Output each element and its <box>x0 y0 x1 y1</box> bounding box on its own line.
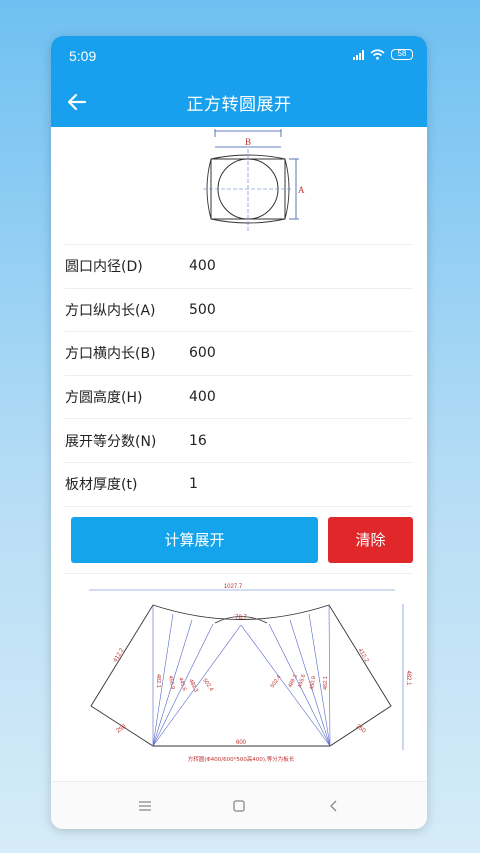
left-side-label: 412.2 <box>113 646 126 663</box>
home-square-icon <box>233 799 245 812</box>
height-input[interactable]: 400 <box>189 389 413 405</box>
action-buttons: 计算展开 清除 <box>71 516 413 563</box>
label-a: A <box>298 185 305 195</box>
status-icons: 58 <box>353 49 413 60</box>
field-thickness[interactable]: 板材厚度(t) 1 <box>65 463 413 507</box>
right-side-label: 412.2 <box>357 647 370 664</box>
line-label: 482.1 <box>323 676 329 690</box>
status-bar: 5:09 58 <box>51 36 427 77</box>
corner-right-label: 250 <box>355 723 367 734</box>
field-diameter[interactable]: 圆口内径(D) 400 <box>65 245 413 289</box>
input-form: 圆口内径(D) 400 方口纵内长(A) 500 方口横内长(B) 600 方圆… <box>51 245 427 507</box>
length-b-input[interactable]: 600 <box>189 345 413 361</box>
field-label: 板材厚度(t) <box>65 477 138 494</box>
menu-nav-button[interactable] <box>127 792 163 820</box>
diameter-input[interactable]: 400 <box>189 258 413 274</box>
field-label: 方圆高度(H) <box>65 390 143 407</box>
line-label: 445.6 <box>297 673 307 688</box>
status-time: 5:09 <box>69 48 97 64</box>
app-bar: 正方转圆展开 <box>51 77 427 127</box>
page-title: 正方转圆展开 <box>186 94 292 115</box>
thickness-input[interactable]: 1 <box>189 476 413 492</box>
field-height[interactable]: 方圆高度(H) 400 <box>65 376 413 420</box>
divisions-input[interactable]: 16 <box>189 433 413 449</box>
menu-icon <box>139 800 151 811</box>
phone-screen: 5:09 58 正方转圆展开 B A 圆口内径(D) 400 方口纵内长(A) … <box>51 36 427 829</box>
wifi-icon <box>370 49 385 60</box>
home-nav-button[interactable] <box>221 792 257 820</box>
field-length-a[interactable]: 方口纵内长(A) 500 <box>65 289 413 333</box>
field-length-b[interactable]: 方口横内长(B) 600 <box>65 332 413 376</box>
field-label: 圆口内径(D) <box>65 259 143 276</box>
line-label: 502.4 <box>201 677 214 692</box>
height-label: 482.1 <box>405 670 411 686</box>
main-content: B A 圆口内径(D) 400 方口纵内长(A) 500 方口横内长(B) 60… <box>51 127 427 781</box>
bottom-label: 600 <box>236 740 247 746</box>
shape-diagram: B A <box>65 127 413 245</box>
line-label: 450.9 <box>309 675 317 690</box>
square-to-round-illustration: B A <box>203 129 305 231</box>
width-label: 1027.7 <box>224 584 243 590</box>
back-arrow-icon[interactable] <box>65 90 89 114</box>
signal-icon <box>353 49 364 60</box>
back-chevron-icon <box>330 800 337 811</box>
line-label: 482.1 <box>155 674 161 688</box>
field-divisions[interactable]: 展开等分数(N) 16 <box>65 419 413 463</box>
line-label: 450.9 <box>167 675 175 690</box>
unfold-drawing: 1027.7 482.1 78.7 412.2 412.2 250 250 60… <box>89 584 411 763</box>
system-nav-bar <box>51 781 427 829</box>
field-label: 方口横内长(B) <box>65 346 156 363</box>
back-nav-button[interactable] <box>315 792 351 820</box>
length-a-input[interactable]: 500 <box>189 302 413 318</box>
calculate-button[interactable]: 计算展开 <box>71 516 318 563</box>
diagram-caption: 方转圆(Φ400/600*500高400),等分为板长 <box>188 755 295 763</box>
top-gap-label: 78.7 <box>235 615 247 621</box>
battery-icon: 58 <box>391 49 413 60</box>
line-label: 502.4 <box>270 674 283 689</box>
line-label: 489.3 <box>187 678 198 693</box>
field-label: 方口纵内长(A) <box>65 302 156 319</box>
field-label: 展开等分数(N) <box>65 433 157 450</box>
line-label: 445.6 <box>177 676 187 691</box>
clear-button[interactable]: 清除 <box>328 516 413 563</box>
label-b: B <box>245 137 251 147</box>
unfold-diagram: 1027.7 482.1 78.7 412.2 412.2 250 250 60… <box>65 572 413 773</box>
corner-left-label: 250 <box>116 723 128 734</box>
